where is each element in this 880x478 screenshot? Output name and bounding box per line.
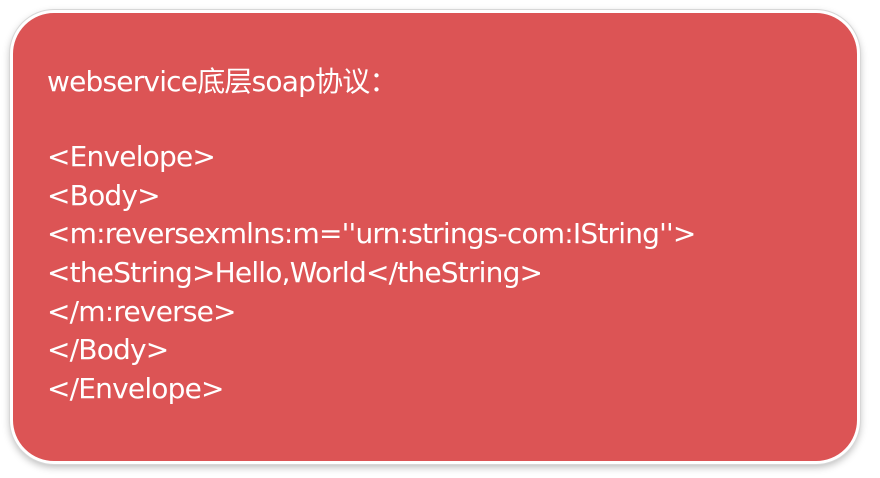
code-line-thestring: <theString>Hello,World</theString> (47, 256, 543, 290)
slide-title: webservice底层soap协议： (47, 65, 397, 98)
code-line-body-close: </Body> (47, 333, 169, 367)
soap-code-block: <Envelope> <Body> <m:reversexmlns:m=''ur… (47, 138, 696, 409)
code-line-body-open: <Body> (47, 178, 161, 212)
code-line-reverse-open: <m:reversexmlns:m=''urn:strings-com:IStr… (47, 217, 696, 251)
code-line-envelope-open: <Envelope> (47, 140, 216, 173)
slide-page: webservice底层soap协议： <Envelope> <Body> <m… (0, 0, 880, 478)
code-line-reverse-close: </m:reverse> (47, 294, 237, 328)
code-line-envelope-close: </Envelope> (47, 372, 225, 406)
